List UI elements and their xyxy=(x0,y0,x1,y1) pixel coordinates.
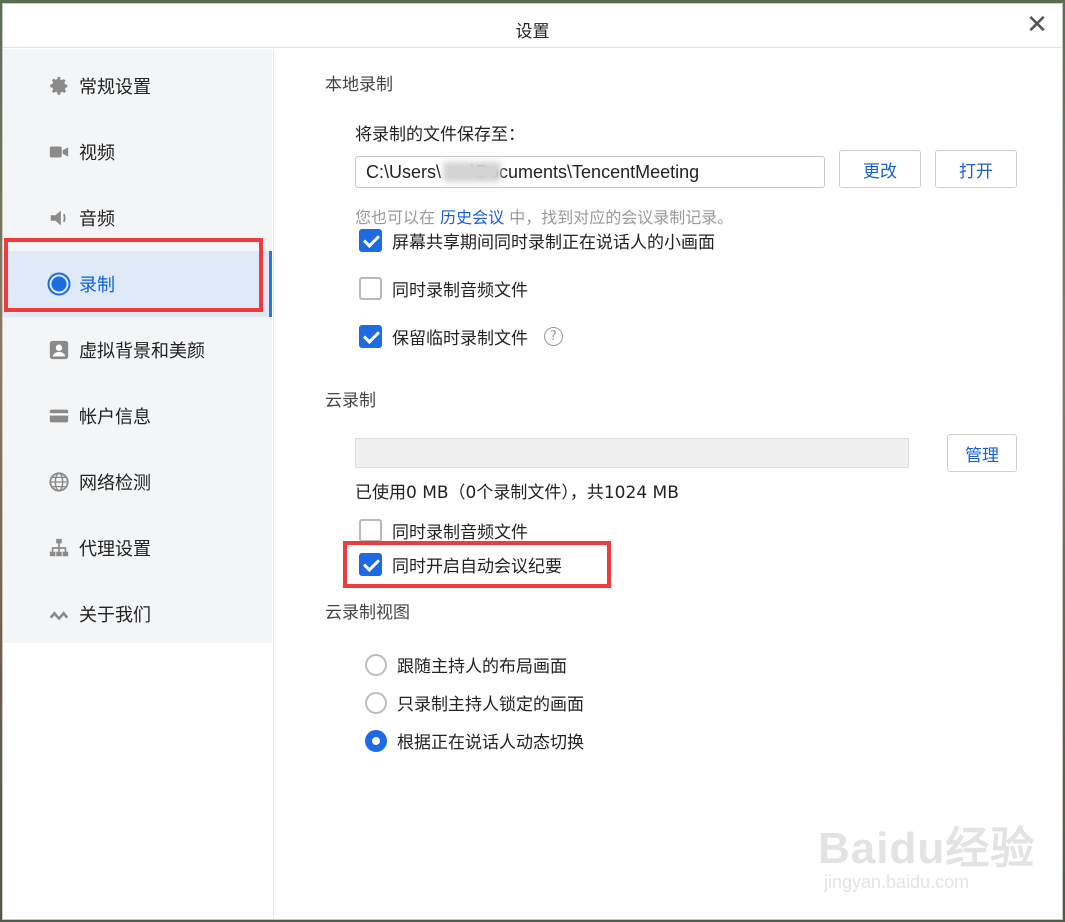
sidebar-item-label: 帐户信息 xyxy=(79,407,151,428)
radio-speaker-switch[interactable]: 根据正在说话人动态切换 xyxy=(365,728,584,753)
hint-text-prefix: 您也可以在 xyxy=(355,208,441,227)
redacted-username xyxy=(443,162,501,182)
option-label: 同时录制音频文件 xyxy=(392,281,528,301)
option-record-audio-local[interactable]: 同时录制音频文件 xyxy=(359,276,528,301)
option-record-speaker-thumbnail[interactable]: 屏幕共享期间同时录制正在说话人的小画面 xyxy=(359,228,715,253)
sidebar: 常规设置 视频 音频 录制 虚拟背景和美颜 帐户信息 网络检测 代理设置 关于我… xyxy=(3,49,272,643)
option-label: 屏幕共享期间同时录制正在说话人的小画面 xyxy=(392,233,715,253)
sidebar-item-proxy[interactable]: 代理设置 xyxy=(3,515,272,581)
save-path-input[interactable] xyxy=(355,156,825,188)
close-button[interactable]: ✕ xyxy=(1022,10,1052,40)
sidebar-item-label: 视频 xyxy=(79,143,115,164)
hint-text-suffix: 中，找到对应的会议录制记录。 xyxy=(504,208,734,227)
network-tree-icon xyxy=(47,536,71,560)
change-path-button[interactable]: 更改 xyxy=(839,150,921,188)
checkbox[interactable] xyxy=(359,229,382,252)
watermark-logo: Baidu经验 xyxy=(818,824,1036,873)
option-label: 同时开启自动会议纪要 xyxy=(392,557,562,577)
sidebar-item-network-check[interactable]: 网络检测 xyxy=(3,449,272,515)
card-icon xyxy=(47,404,71,428)
checkbox[interactable] xyxy=(359,553,382,576)
open-folder-button[interactable]: 打开 xyxy=(935,150,1017,188)
section-title-cloud-view: 云录制视图 xyxy=(325,603,410,623)
sidebar-item-virtual-background[interactable]: 虚拟背景和美颜 xyxy=(3,317,272,383)
sidebar-item-label: 音频 xyxy=(79,209,115,230)
radio-button[interactable] xyxy=(365,729,387,752)
globe-icon xyxy=(47,470,71,494)
manage-cloud-button[interactable]: 管理 xyxy=(947,434,1017,472)
watermark: Baidu经验 jingyan.baidu.com xyxy=(818,812,1035,893)
video-camera-icon xyxy=(47,140,71,164)
option-label: 同时录制音频文件 xyxy=(392,523,528,543)
radio-button[interactable] xyxy=(365,653,387,676)
help-icon[interactable]: ? xyxy=(544,327,563,346)
gear-icon xyxy=(47,74,71,98)
record-icon xyxy=(47,272,71,296)
history-meetings-link[interactable]: 历史会议 xyxy=(440,208,504,227)
sidebar-item-recording[interactable]: 录制 xyxy=(3,251,272,317)
option-record-audio-cloud[interactable]: 同时录制音频文件 xyxy=(359,518,528,543)
brand-logo-icon xyxy=(47,602,71,626)
sidebar-item-label: 录制 xyxy=(79,275,115,296)
radio-label: 只录制主持人锁定的画面 xyxy=(397,695,584,715)
title-bar: 设置 ✕ xyxy=(3,4,1062,48)
vertical-divider xyxy=(273,49,274,919)
save-location-label: 将录制的文件保存至： xyxy=(355,125,525,145)
portrait-icon xyxy=(47,338,71,362)
radio-record-host-locked[interactable]: 只录制主持人锁定的画面 xyxy=(365,690,584,715)
cloud-storage-bar xyxy=(355,438,909,468)
sidebar-item-account[interactable]: 帐户信息 xyxy=(3,383,272,449)
radio-label: 根据正在说话人动态切换 xyxy=(397,733,584,753)
history-hint: 您也可以在 历史会议 中，找到对应的会议录制记录。 xyxy=(355,204,733,228)
option-keep-temp-files[interactable]: 保留临时录制文件 ? xyxy=(359,324,563,349)
sidebar-item-label: 常规设置 xyxy=(79,77,151,98)
sidebar-item-about[interactable]: 关于我们 xyxy=(3,581,272,647)
sidebar-item-label: 网络检测 xyxy=(79,473,151,494)
sidebar-item-label: 虚拟背景和美颜 xyxy=(79,341,205,362)
settings-window: 设置 ✕ 常规设置 视频 音频 录制 虚拟背景和美颜 帐户信息 网络检测 代理设… xyxy=(2,3,1063,920)
radio-label: 跟随主持人的布局画面 xyxy=(397,657,567,677)
checkbox[interactable] xyxy=(359,325,382,348)
sidebar-item-video[interactable]: 视频 xyxy=(3,119,272,185)
section-title-local-recording: 本地录制 xyxy=(325,75,393,95)
cloud-usage-text: 已使用0 MB（0个录制文件），共1024 MB xyxy=(355,483,679,503)
sidebar-item-audio[interactable]: 音频 xyxy=(3,185,272,251)
sidebar-item-label: 代理设置 xyxy=(79,539,151,560)
active-indicator xyxy=(269,251,272,317)
sidebar-item-general[interactable]: 常规设置 xyxy=(3,53,272,119)
checkbox[interactable] xyxy=(359,277,382,300)
radio-button[interactable] xyxy=(365,691,387,714)
section-title-cloud-recording: 云录制 xyxy=(325,391,376,411)
sidebar-empty-area xyxy=(3,643,272,919)
window-title: 设置 xyxy=(515,22,550,42)
checkbox[interactable] xyxy=(359,519,382,542)
option-label: 保留临时录制文件 xyxy=(392,329,528,349)
speaker-icon xyxy=(47,206,71,230)
option-auto-meeting-minutes[interactable]: 同时开启自动会议纪要 xyxy=(359,552,562,577)
radio-follow-host-layout[interactable]: 跟随主持人的布局画面 xyxy=(365,652,567,677)
sidebar-item-label: 关于我们 xyxy=(79,605,151,626)
